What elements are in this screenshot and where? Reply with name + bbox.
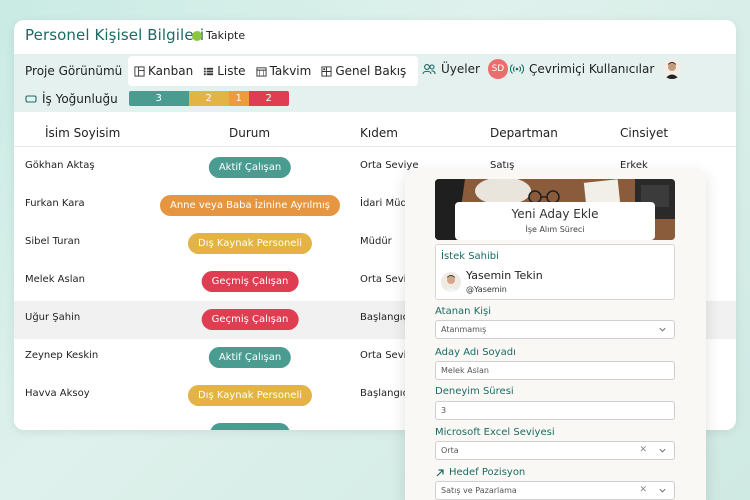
- status-badge[interactable]: Takipte: [192, 29, 245, 42]
- target-position-label-wrap: Hedef Pozisyon: [435, 467, 525, 478]
- cell-seniority: Müdür: [360, 236, 392, 247]
- person-avatar-icon: [665, 62, 680, 79]
- tab-calendar-label: Takvim: [269, 64, 312, 78]
- overview-icon: [321, 65, 332, 77]
- chevron-down-icon: [659, 488, 666, 493]
- avatar[interactable]: SD: [487, 59, 508, 79]
- cell-seniority: Başlangıç: [360, 312, 409, 323]
- tab-overview[interactable]: Genel Bakış: [321, 64, 406, 78]
- person-avatar-icon: [444, 275, 458, 292]
- status-pill[interactable]: Dış Kaynak Personeli: [187, 233, 313, 254]
- requester-box: İstek Sahibi Yasemin Tekin @Yasemin: [435, 244, 675, 300]
- cell-name: Gökhan Aktaş: [25, 160, 95, 171]
- title-bar: Personel Kişisel Bilgileri Takipte: [14, 20, 736, 54]
- arrow-up-right-icon: [436, 468, 444, 476]
- workload-bar[interactable]: 3 2 1 2: [128, 91, 289, 106]
- tab-kanban[interactable]: Kanban: [134, 64, 193, 78]
- target-position-label: Hedef Pozisyon: [449, 467, 526, 478]
- excel-level-value: Orta: [441, 446, 459, 455]
- column-header-status[interactable]: Durum: [229, 126, 270, 140]
- candidate-name-label: Aday Adı Soyadı: [435, 347, 516, 358]
- workload-segment: 1: [228, 91, 249, 106]
- workload-label: İş Yoğunluğu: [42, 91, 118, 106]
- online-users-label: Çevrimiçi Kullanıcılar: [529, 62, 655, 76]
- tab-kanban-label: Kanban: [148, 64, 194, 78]
- clear-icon[interactable]: ✕: [639, 485, 647, 495]
- page-title: Personel Kişisel Bilgileri: [25, 26, 205, 44]
- clear-icon[interactable]: ✕: [639, 445, 647, 455]
- form-header-card: Yeni Aday Ekle İşe Alım Süreci: [455, 202, 655, 240]
- cell-name: Melek Aslan: [25, 274, 85, 285]
- excel-level-label: Microsoft Excel Seviyesi: [435, 427, 555, 438]
- assignee-select[interactable]: Atanmamış: [435, 320, 675, 339]
- status-pill[interactable]: Geçmiş Çalışan: [201, 271, 299, 292]
- kanban-icon: [134, 65, 145, 77]
- status-pill[interactable]: Aktif Çalışan: [208, 157, 292, 178]
- workload-group: İş Yoğunluğu 3 2 1 2: [25, 91, 289, 106]
- excel-level-select[interactable]: Orta ✕: [435, 441, 675, 460]
- workload-segment: 3: [128, 91, 189, 106]
- cell-name: Zeynep Keskin: [25, 350, 99, 361]
- tab-calendar[interactable]: Takvim: [256, 64, 312, 78]
- status-text: Takipte: [206, 29, 246, 42]
- form-title: Yeni Aday Ekle: [511, 207, 599, 221]
- column-header-seniority[interactable]: Kıdem: [360, 126, 398, 140]
- candidate-name-input[interactable]: Melek Aslan: [435, 361, 675, 380]
- status-pill[interactable]: Dış Kaynak Personeli: [187, 385, 313, 406]
- online-user-avatar[interactable]: [662, 59, 683, 79]
- workload-icon: [25, 94, 37, 103]
- requester-handle: @Yasemin: [466, 285, 507, 294]
- target-position-select[interactable]: Satış ve Pazarlama ✕: [435, 481, 675, 500]
- column-header-gender[interactable]: Cinsiyet: [620, 126, 668, 140]
- list-icon: [204, 67, 214, 75]
- workload-segment: 2: [188, 91, 229, 106]
- assignee-value: Atanmamış: [441, 325, 487, 334]
- assignee-label: Atanan Kişi: [435, 306, 492, 317]
- requester-label: İstek Sahibi: [441, 251, 499, 262]
- status-pill-partial[interactable]: [210, 423, 290, 430]
- online-broadcast-icon: [510, 64, 524, 74]
- project-view-label: Proje Görünümü: [25, 64, 123, 78]
- experience-value: 3: [441, 406, 447, 415]
- chevron-down-icon: [659, 327, 666, 332]
- cell-name: Sibel Turan: [25, 236, 81, 247]
- status-pill[interactable]: Anne veya Baba İzinine Ayrılmış: [159, 195, 341, 216]
- cell-seniority: Orta Seviye: [360, 160, 419, 171]
- view-tabs: Kanban Liste Takvim Genel Bakış: [128, 56, 418, 86]
- requester-avatar: [441, 272, 461, 292]
- tab-list[interactable]: Liste: [203, 64, 246, 78]
- experience-label: Deneyim Süresi: [435, 386, 514, 397]
- candidate-name-value: Melek Aslan: [441, 366, 489, 375]
- toolbar: Proje Görünümü Kanban Liste Takvim Genel…: [14, 54, 736, 112]
- status-pill[interactable]: Aktif Çalışan: [208, 347, 292, 368]
- cell-seniority: Başlangıç: [360, 388, 409, 399]
- tab-overview-label: Genel Bakış: [335, 64, 407, 78]
- online-users-group[interactable]: Çevrimiçi Kullanıcılar: [510, 59, 683, 79]
- table-header: İsim Soyisim Durum Kıdem Departman Cinsi…: [14, 120, 736, 147]
- new-candidate-form: Yeni Aday Ekle İşe Alım Süreci İstek Sah…: [405, 170, 706, 500]
- workload-segment: 2: [248, 91, 289, 106]
- form-subtitle: İşe Alım Süreci: [525, 225, 585, 234]
- column-header-name[interactable]: İsim Soyisim: [45, 126, 120, 140]
- status-pill[interactable]: Geçmiş Çalışan: [201, 309, 299, 330]
- column-header-department[interactable]: Departman: [490, 126, 558, 140]
- calendar-icon: [256, 66, 267, 77]
- target-position-value: Satış ve Pazarlama: [441, 486, 517, 495]
- tab-list-label: Liste: [217, 64, 246, 78]
- status-dot-icon: [192, 30, 202, 41]
- members-label: Üyeler: [441, 62, 480, 76]
- experience-input[interactable]: 3: [435, 401, 675, 420]
- members-icon: [422, 64, 436, 75]
- cell-name: Furkan Kara: [25, 198, 85, 209]
- members-group[interactable]: Üyeler SD: [422, 59, 508, 79]
- requester-name: Yasemin Tekin: [466, 269, 543, 282]
- chevron-down-icon: [659, 448, 666, 453]
- cell-name: Havva Aksoy: [25, 388, 90, 399]
- cell-name: Uğur Şahin: [25, 312, 81, 323]
